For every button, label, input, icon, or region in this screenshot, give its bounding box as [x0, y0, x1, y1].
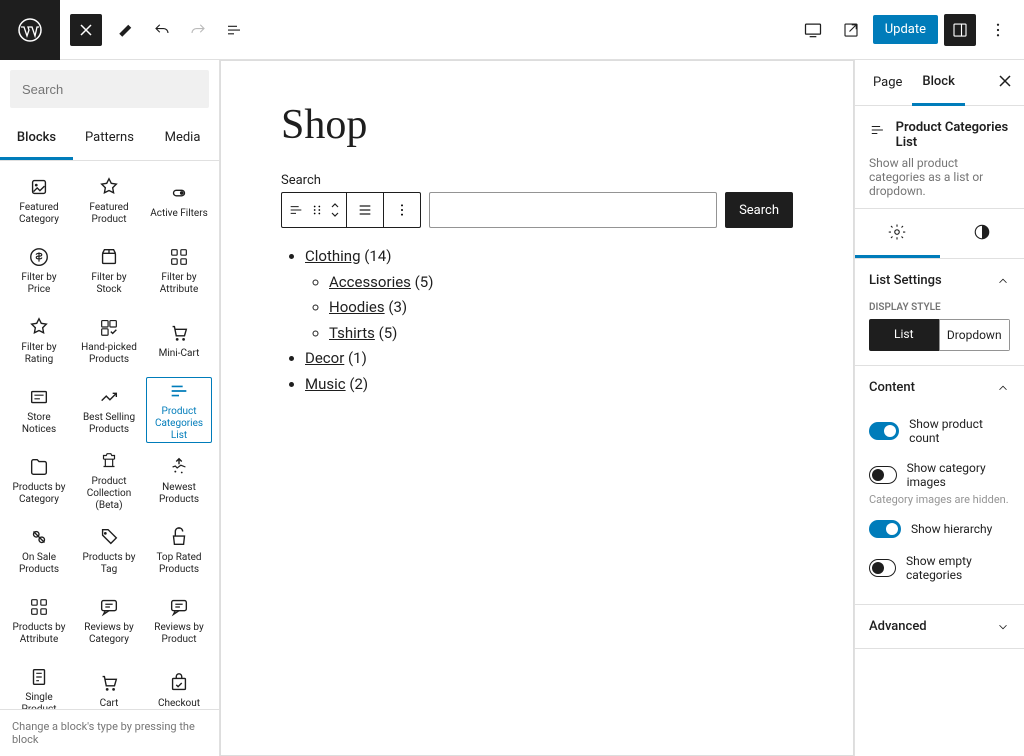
chevron-down-icon [996, 620, 1010, 634]
display-dropdown-button[interactable]: Dropdown [939, 319, 1011, 351]
block-item[interactable]: Products by Tag [76, 517, 142, 583]
block-item[interactable]: Reviews by Category [76, 587, 142, 653]
list-settings-panel-head[interactable]: List Settings [855, 259, 1024, 302]
settings-tab[interactable] [855, 209, 940, 258]
settings-sidebar: Page Block Product Categories List Show … [854, 60, 1024, 756]
block-item[interactable]: Active Filters [146, 167, 212, 233]
block-description: Show all product categories as a list or… [869, 156, 1010, 198]
close-inserter-button[interactable] [70, 14, 102, 46]
content-panel-head[interactable]: Content [855, 366, 1024, 409]
category-item[interactable]: Decor (1) [305, 346, 793, 372]
block-item[interactable]: Filter by Stock [76, 237, 142, 303]
edit-tool-icon[interactable] [110, 14, 142, 46]
block-item[interactable]: Products by Category [6, 447, 72, 513]
category-item[interactable]: Accessories (5) [329, 270, 793, 296]
tab-blocks[interactable]: Blocks [0, 118, 73, 160]
view-desktop-icon[interactable] [797, 14, 829, 46]
tab-block[interactable]: Block [912, 60, 964, 106]
chevron-up-icon [996, 274, 1010, 288]
block-item[interactable]: Mini-Cart [146, 307, 212, 373]
category-item[interactable]: Tshirts (5) [329, 321, 793, 347]
search-block-submit[interactable]: Search [725, 192, 793, 228]
block-item[interactable]: Featured Product [76, 167, 142, 233]
tab-media[interactable]: Media [146, 118, 219, 160]
chevron-up-icon [996, 381, 1010, 395]
search-block-input[interactable] [429, 192, 717, 228]
settings-panel-button[interactable] [944, 14, 976, 46]
toggle-show-images[interactable] [869, 466, 897, 484]
images-help-text: Category images are hidden. [869, 493, 1010, 506]
view-external-icon[interactable] [835, 14, 867, 46]
product-categories-list[interactable]: Clothing (14)Accessories (5)Hoodies (3)T… [281, 244, 793, 397]
block-item[interactable]: Hand-picked Products [76, 307, 142, 373]
inserter-tip: Change a block's type by pressing the bl… [0, 709, 219, 756]
align-button[interactable] [347, 193, 383, 227]
block-item[interactable]: Newest Products [146, 447, 212, 513]
display-style-label: DISPLAY STYLE [869, 302, 1010, 313]
display-list-button[interactable]: List [869, 319, 939, 351]
block-inserter-panel: Blocks Patterns Media Featured CategoryF… [0, 60, 220, 756]
toggle-show-empty[interactable] [869, 559, 896, 577]
block-item[interactable]: Store Notices [6, 377, 72, 443]
toggle-show-count[interactable] [869, 422, 899, 440]
styles-tab[interactable] [940, 209, 1024, 258]
block-icon [869, 120, 886, 140]
move-icon[interactable] [330, 202, 340, 218]
update-button[interactable]: Update [873, 15, 938, 44]
editor-canvas[interactable]: Shop Search Search Clothing (14)Accessor… [220, 60, 854, 756]
block-item[interactable]: Best Selling Products [76, 377, 142, 443]
block-item[interactable]: On Sale Products [6, 517, 72, 583]
block-item[interactable]: Filter by Attribute [146, 237, 212, 303]
block-item[interactable]: Product Categories List [146, 377, 212, 443]
block-item[interactable]: Product Collection (Beta) [76, 447, 142, 513]
block-item[interactable]: Featured Category [6, 167, 72, 233]
block-item[interactable]: Filter by Rating [6, 307, 72, 373]
more-options-icon[interactable] [982, 14, 1014, 46]
tab-page[interactable]: Page [863, 60, 912, 106]
category-item[interactable]: Clothing (14)Accessories (5)Hoodies (3)T… [305, 244, 793, 346]
block-item[interactable]: Products by Attribute [6, 587, 72, 653]
block-item[interactable]: Top Rated Products [146, 517, 212, 583]
block-toolbar[interactable] [281, 192, 421, 228]
block-options-button[interactable] [384, 193, 420, 227]
advanced-panel-head[interactable]: Advanced [855, 605, 1024, 648]
block-item[interactable]: Checkout [146, 657, 212, 709]
block-type-icon[interactable] [288, 202, 304, 218]
undo-icon[interactable] [146, 14, 178, 46]
block-item[interactable]: Reviews by Product [146, 587, 212, 653]
drag-handle-icon[interactable] [310, 203, 324, 217]
document-overview-icon[interactable] [218, 14, 250, 46]
block-search-input[interactable] [22, 82, 198, 97]
search-block-label: Search [281, 173, 793, 188]
toggle-show-hierarchy[interactable] [869, 520, 901, 538]
editor-topbar: Update [0, 0, 1024, 60]
block-item[interactable]: Filter by Price [6, 237, 72, 303]
tab-patterns[interactable]: Patterns [73, 118, 146, 160]
category-item[interactable]: Hoodies (3) [329, 295, 793, 321]
close-sidebar-icon[interactable] [994, 70, 1016, 96]
category-item[interactable]: Music (2) [305, 372, 793, 398]
page-title[interactable]: Shop [281, 101, 793, 149]
wordpress-logo[interactable] [0, 0, 60, 60]
redo-icon[interactable] [182, 14, 214, 46]
block-title: Product Categories List [896, 120, 1010, 150]
block-item[interactable]: Cart [76, 657, 142, 709]
block-search[interactable] [10, 70, 209, 108]
block-item[interactable]: Single Product [6, 657, 72, 709]
